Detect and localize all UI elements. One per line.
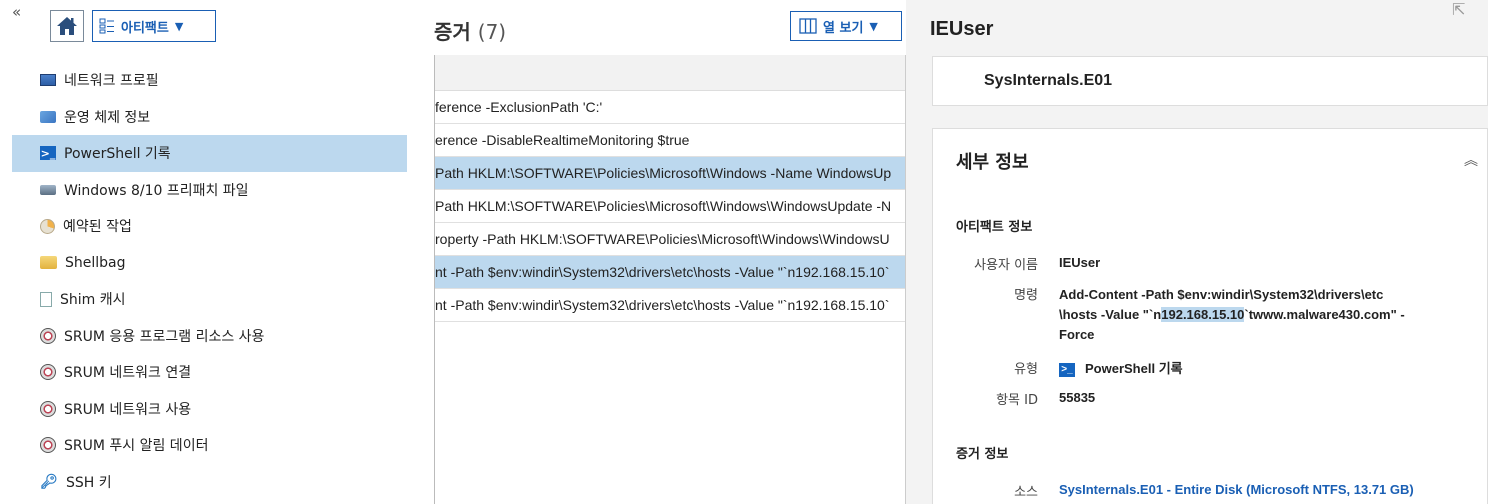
artifact-item[interactable]: Shellbag [12, 245, 407, 282]
evidence-info-title: 증거 정보 [956, 447, 1009, 462]
artifact-item[interactable]: SRUM 네트워크 연결 [12, 354, 407, 391]
command-line-2: \hosts -Value "`n192.168.15.10`twww.malw… [1059, 307, 1405, 322]
folder-icon [40, 256, 57, 270]
powershell-icon: >_ [1059, 362, 1075, 377]
username-label: 사용자 이름 [974, 258, 1038, 273]
srum-icon [40, 437, 56, 454]
table-row[interactable]: nt -Path $env:windir\System32\drivers\et… [435, 289, 905, 322]
detail-title: IEUser [930, 18, 994, 40]
prefetch-icon [40, 184, 56, 195]
artifact-info-title: 아티팩트 정보 [956, 220, 1033, 235]
srum-icon [40, 364, 56, 381]
artifact-item-label: SSH 키 [66, 474, 112, 491]
artifact-item-label: SRUM 네트워크 연결 [64, 365, 192, 382]
chevron-down-icon: ▼ [869, 19, 878, 33]
table-header [435, 55, 905, 91]
command-label: 명령 [1014, 288, 1038, 303]
collapse-pane-icon[interactable]: « [12, 3, 21, 21]
chevron-up-icon[interactable]: ︽ [1464, 150, 1478, 170]
table-row[interactable]: Path HKLM:\SOFTWARE\Policies\Microsoft\W… [435, 190, 905, 223]
artifact-view-label: 아티팩트 [121, 20, 169, 36]
artifact-item-label: 예약된 작업 [63, 219, 132, 236]
artifact-item-label: 운영 체제 정보 [64, 109, 151, 126]
item-id-value: 55835 [1059, 390, 1096, 405]
columns-icon [799, 18, 817, 34]
column-view-button[interactable]: 열 보기 ▼ [790, 11, 902, 41]
artifact-item[interactable]: 운영 체제 정보 [12, 99, 407, 136]
tree-view-icon [99, 18, 114, 34]
scheduled-task-icon [40, 218, 55, 234]
os-info-icon [40, 110, 56, 123]
artifact-item-label: 네트워크 프로필 [64, 73, 159, 90]
home-button[interactable] [50, 10, 84, 42]
chevron-down-icon: ▼ [174, 19, 184, 33]
artifact-item[interactable]: >_ PowerShell 기록 [12, 135, 407, 172]
table-row[interactable]: erence -DisableRealtimeMonitoring $true [435, 124, 905, 157]
table-body: ference -ExclusionPath 'C:' erence -Disab… [435, 91, 905, 322]
username-value: IEUser [1059, 255, 1101, 270]
page-icon [40, 291, 52, 307]
artifact-item-label: Shellbag [65, 254, 126, 271]
artifact-item-label: SRUM 네트워크 사용 [64, 401, 192, 418]
type-label: 유형 [1014, 362, 1038, 377]
home-icon [57, 17, 77, 35]
table-row[interactable]: Path HKLM:\SOFTWARE\Policies\Microsoft\W… [435, 157, 905, 190]
column-view-label: 열 보기 [823, 20, 864, 36]
powershell-icon: >_ [40, 146, 56, 161]
command-value: Add-Content -Path $env:windir\System32\d… [1059, 285, 1469, 345]
artifact-item-label: SRUM 응용 프로그램 리소스 사용 [64, 328, 265, 345]
artifact-item-label: Shim 캐시 [60, 292, 126, 309]
command-line-3: Force [1059, 327, 1095, 342]
table-row[interactable]: roperty -Path HKLM:\SOFTWARE\Policies\Mi… [435, 223, 905, 256]
key-icon: 🔑︎ [40, 473, 58, 490]
source-label: 소스 [1014, 485, 1038, 500]
evidence-table: ference -ExclusionPath 'C:' erence -Disab… [434, 55, 906, 504]
table-row[interactable]: ference -ExclusionPath 'C:' [435, 91, 905, 124]
highlighted-ip: 192.168.15.10 [1161, 307, 1245, 322]
command-line-1: Add-Content -Path $env:windir\System32\d… [1059, 287, 1384, 302]
srum-icon [40, 400, 56, 417]
srum-icon [40, 327, 56, 344]
artifact-item[interactable]: SRUM 푸시 알림 데이터 [12, 427, 407, 464]
source-name: SysInternals.E01 [984, 72, 1113, 89]
artifact-item[interactable]: SRUM 네트워크 사용 [12, 391, 407, 428]
type-value: >_ PowerShell 기록 [1059, 358, 1183, 377]
detail-section-title: 세부 정보 [956, 152, 1029, 173]
artifact-item[interactable]: Windows 8/10 프리패치 파일 [12, 172, 407, 209]
evidence-count: (7) [477, 20, 507, 44]
artifact-item-label: PowerShell 기록 [64, 146, 171, 163]
artifact-view-dropdown[interactable]: 아티팩트 ▼ [92, 10, 216, 42]
evidence-title-text: 증거 [434, 20, 471, 44]
item-id-label: 항목 ID [996, 393, 1038, 408]
artifact-item-label: Windows 8/10 프리패치 파일 [64, 182, 249, 199]
artifact-item[interactable]: 🔑︎ SSH 키 [12, 464, 407, 501]
artifact-item[interactable]: Shim 캐시 [12, 281, 407, 318]
artifact-item[interactable]: 예약된 작업 [12, 208, 407, 245]
artifact-item[interactable]: SRUM 응용 프로그램 리소스 사용 [12, 318, 407, 355]
artifact-item-label: SRUM 푸시 알림 데이터 [64, 438, 209, 455]
artifact-item[interactable]: 네트워크 프로필 [12, 62, 407, 99]
table-row[interactable]: nt -Path $env:windir\System32\drivers\et… [435, 256, 905, 289]
popout-icon[interactable]: ⇱ [1452, 0, 1465, 19]
source-link[interactable]: SysInternals.E01 - Entire Disk (Microsof… [1059, 482, 1414, 497]
evidence-title: 증거 (7) [434, 16, 506, 45]
artifact-list: 네트워크 프로필운영 체제 정보 >_ PowerShell 기록 Windows 8… [12, 62, 407, 500]
network-profile-icon [40, 74, 56, 87]
